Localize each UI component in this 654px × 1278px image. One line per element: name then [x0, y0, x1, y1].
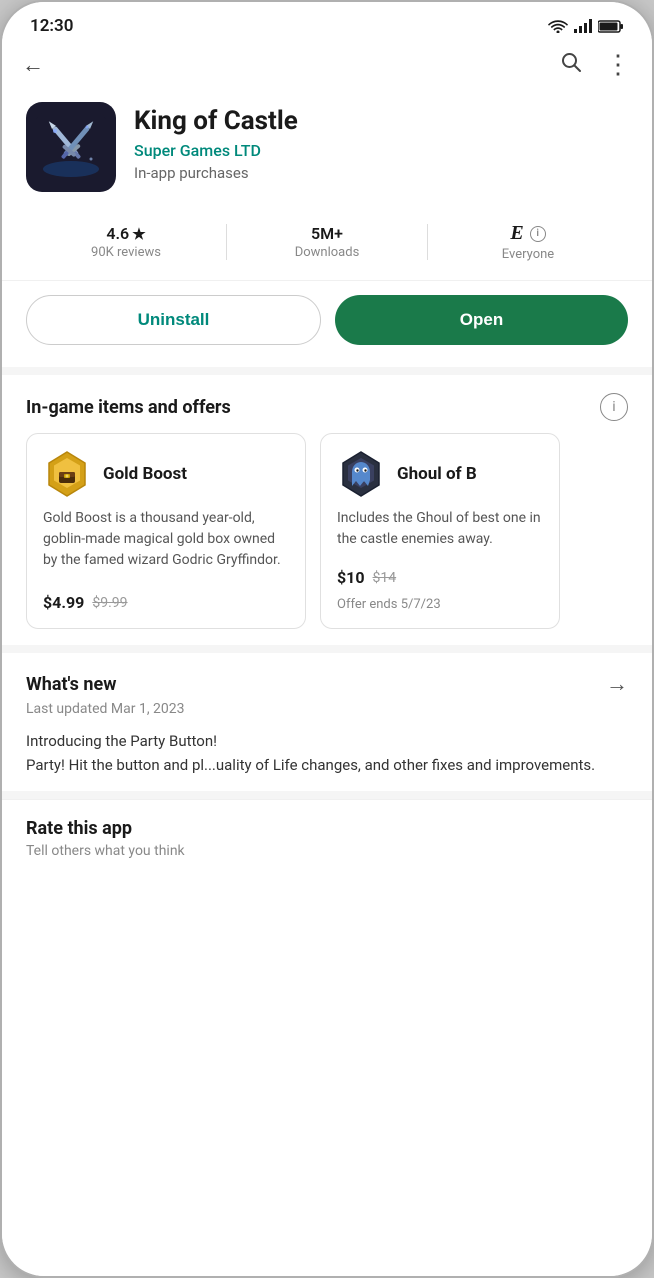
whats-new-section: What's new → Last updated Mar 1, 2023 In…: [2, 653, 652, 791]
gold-hex-icon: [43, 450, 91, 498]
gold-boost-price: $4.99: [43, 593, 84, 612]
ingame-info-button[interactable]: i: [600, 393, 628, 421]
whats-new-date: Last updated Mar 1, 2023: [26, 701, 628, 717]
status-bar: 12:30: [2, 2, 652, 44]
app-purchase: In-app purchases: [134, 164, 628, 182]
ghoul-offer-end: Offer ends 5/7/23: [337, 597, 543, 612]
search-button[interactable]: [559, 50, 583, 80]
open-button[interactable]: Open: [335, 295, 628, 345]
uninstall-button[interactable]: Uninstall: [26, 295, 321, 345]
stat-rating-code: E i Everyone: [428, 222, 628, 262]
wifi-icon: [548, 19, 568, 33]
gold-boost-name: Gold Boost: [103, 464, 187, 484]
gold-boost-desc: Gold Boost is a thousand year-old, gobli…: [43, 508, 289, 575]
rating-code: E: [510, 222, 523, 245]
whats-new-arrow[interactable]: →: [606, 671, 628, 697]
item-card-ghoul: Ghoul of B Includes the Ghoul of best on…: [320, 433, 560, 629]
section-divider-3: [2, 791, 652, 799]
gold-boost-old-price: $9.99: [92, 595, 127, 611]
action-buttons: Uninstall Open: [2, 281, 652, 367]
phone-frame: 12:30 ←: [0, 0, 654, 1278]
app-header: King of Castle Super Games LTD In-app pu…: [2, 90, 652, 212]
ghoul-price: $10: [337, 568, 365, 587]
rating-everyone-label: Everyone: [502, 247, 554, 262]
rating-star: ★: [132, 225, 145, 243]
ghoul-old-price: $14: [373, 570, 397, 586]
item-card-gold-boost: Gold Boost Gold Boost is a thousand year…: [26, 433, 306, 629]
ghoul-name: Ghoul of B: [397, 464, 477, 484]
ghoul-desc: Includes the Ghoul of best one in the ca…: [337, 508, 543, 550]
app-icon-image: [35, 111, 107, 183]
content-area: King of Castle Super Games LTD In-app pu…: [2, 90, 652, 1276]
items-carousel: Gold Boost Gold Boost is a thousand year…: [2, 433, 652, 645]
gold-boost-icon: [43, 450, 91, 498]
downloads-value: 5M+: [311, 224, 343, 243]
search-icon: [559, 50, 583, 74]
downloads-label: Downloads: [295, 245, 360, 260]
stat-rating: 4.6 ★ 90K reviews: [26, 224, 226, 260]
stat-downloads: 5M+ Downloads: [227, 224, 427, 260]
ingame-section-header: In-game items and offers i: [2, 375, 652, 433]
status-time: 12:30: [30, 16, 73, 36]
rating-label: 90K reviews: [91, 245, 161, 260]
nav-bar: ← ⋮: [2, 44, 652, 90]
app-info: King of Castle Super Games LTD In-app pu…: [134, 102, 628, 182]
signal-icon: [574, 19, 592, 33]
whats-new-title: What's new: [26, 674, 116, 695]
section-divider-2: [2, 645, 652, 653]
status-icons: [548, 19, 624, 33]
nav-right: ⋮: [559, 50, 632, 80]
ghoul-icon: [337, 450, 385, 498]
back-button[interactable]: ←: [22, 52, 44, 78]
app-developer[interactable]: Super Games LTD: [134, 141, 628, 160]
nav-left: ←: [22, 52, 44, 78]
rate-title: Rate this app: [26, 818, 628, 839]
ingame-title: In-game items and offers: [26, 397, 231, 418]
rate-section: Rate this app Tell others what you think: [2, 799, 652, 869]
rate-subtitle: Tell others what you think: [26, 843, 628, 859]
more-button[interactable]: ⋮: [605, 50, 632, 80]
battery-icon: [598, 20, 624, 33]
ghoul-hex-icon: [337, 450, 385, 498]
app-name: King of Castle: [134, 106, 628, 137]
whats-new-text: Introducing the Party Button! Party! Hit…: [26, 729, 628, 777]
rating-info-icon[interactable]: i: [530, 226, 546, 242]
app-icon: [26, 102, 116, 192]
section-divider: [2, 367, 652, 375]
rating-value: 4.6: [106, 224, 129, 243]
ingame-info-icon: i: [612, 399, 615, 415]
stats-row: 4.6 ★ 90K reviews 5M+ Downloads E i Ever…: [2, 212, 652, 281]
